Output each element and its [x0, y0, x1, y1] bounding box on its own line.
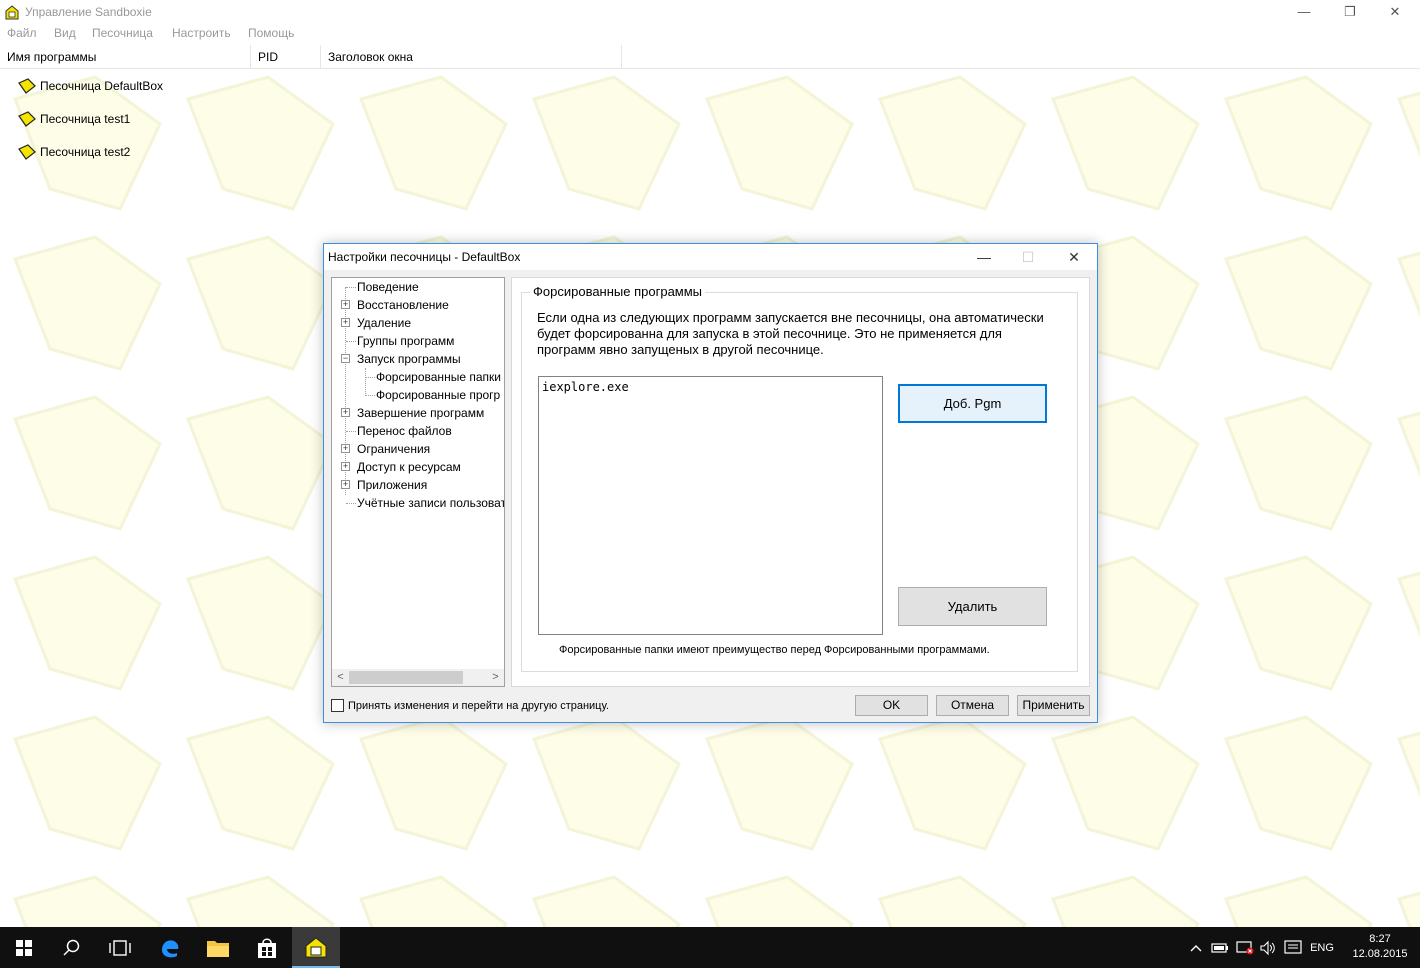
cancel-button[interactable]: Отмена	[936, 695, 1009, 716]
collapse-icon[interactable]: −	[341, 354, 350, 363]
battery-icon	[1211, 942, 1228, 953]
scroll-left-icon[interactable]: <	[332, 669, 349, 686]
search-button[interactable]	[48, 927, 96, 968]
tree-item-label: Форсированные прогр	[376, 388, 501, 402]
clock-date: 12.08.2015	[1352, 948, 1408, 960]
expand-icon[interactable]: +	[341, 462, 350, 471]
taskbar: ENG 8:27 12.08.2015	[0, 927, 1420, 968]
sandbox-item-test2[interactable]: Песочница test2	[18, 142, 130, 162]
sandbox-icon	[18, 111, 36, 127]
expand-icon[interactable]: +	[341, 444, 350, 453]
tray-volume[interactable]	[1258, 927, 1278, 968]
column-program-name[interactable]: Имя программы	[0, 45, 251, 69]
chevron-up-icon	[1190, 944, 1202, 951]
tree-item-label: Доступ к ресурсам	[357, 460, 461, 474]
sandboxie-icon	[305, 936, 327, 957]
ok-button[interactable]: OK	[855, 695, 928, 716]
tray-language[interactable]: ENG	[1306, 927, 1338, 968]
notification-icon	[1284, 939, 1302, 954]
add-program-button[interactable]: Доб. Pgm	[898, 384, 1047, 423]
expand-icon[interactable]: +	[341, 300, 350, 309]
remove-program-button[interactable]: Удалить	[898, 587, 1047, 626]
network-icon	[1236, 940, 1254, 954]
tree-item-label: Перенос файлов	[357, 424, 452, 438]
priority-note: Форсированные папки имеют преимущество п…	[559, 644, 990, 656]
dialog-maximize-button: ☐	[1021, 249, 1035, 265]
sandboxie-app-icon	[5, 5, 19, 20]
sandbox-label: Песочница DefaultBox	[40, 79, 164, 93]
sandbox-icon	[18, 144, 36, 160]
tree-item-label: Ограничения	[357, 442, 431, 456]
taskbar-explorer[interactable]	[194, 927, 242, 968]
search-icon	[63, 939, 80, 956]
settings-tree: Поведение + Восстановление + Удаление Гр…	[331, 277, 505, 687]
scroll-thumb[interactable]	[349, 671, 463, 684]
titlebar: Управление Sandboxie — ❐ ✕	[0, 0, 1420, 24]
dialog-close-button[interactable]: ✕	[1051, 244, 1097, 270]
task-view-button[interactable]	[96, 927, 144, 968]
column-pid[interactable]: PID	[251, 45, 321, 69]
menu-sandbox[interactable]: Песочница	[92, 26, 153, 40]
tree-item-label: Поведение	[357, 280, 419, 294]
sandbox-item-test1[interactable]: Песочница test1	[18, 109, 130, 129]
checkbox-box[interactable]	[331, 699, 344, 712]
clock-time: 8:27	[1369, 933, 1391, 945]
expand-icon[interactable]: +	[341, 408, 350, 417]
tree-item-label: Запуск программы	[357, 352, 461, 366]
checkbox-label: Принять изменения и перейти на другую ст…	[348, 699, 609, 712]
tree-item-label: Восстановление	[357, 298, 449, 312]
dialog-minimize-button[interactable]: —	[961, 244, 1007, 270]
folder-icon	[207, 940, 229, 957]
tray-action-center[interactable]	[1282, 927, 1304, 968]
apply-and-switch-checkbox[interactable]: Принять изменения и перейти на другую ст…	[331, 699, 609, 712]
column-window-title[interactable]: Заголовок окна	[321, 45, 622, 69]
menu-bar: Файл Вид Песочница Настроить Помощь	[0, 24, 1420, 44]
speaker-icon	[1260, 940, 1275, 955]
tree-item-label: Группы программ	[357, 334, 455, 348]
apply-button[interactable]: Применить	[1017, 695, 1090, 716]
sandbox-settings-dialog: Настройки песочницы - DefaultBox — ☐ ✕ П…	[323, 243, 1098, 723]
taskbar-sandboxie[interactable]	[292, 927, 340, 968]
dialog-titlebar: Настройки песочницы - DefaultBox — ☐ ✕	[324, 244, 1097, 270]
tree-item-label: Удаление	[357, 316, 412, 330]
task-view-icon	[109, 939, 131, 956]
edge-icon	[162, 939, 179, 957]
close-button[interactable]: ✕	[1372, 0, 1418, 24]
menu-configure[interactable]: Настроить	[172, 26, 231, 40]
start-button[interactable]	[0, 927, 48, 968]
tree-item-label: Завершение программ	[357, 406, 485, 420]
expand-icon[interactable]: +	[341, 480, 350, 489]
taskbar-store[interactable]	[243, 927, 291, 968]
sandbox-label: Песочница test2	[40, 145, 131, 159]
forced-programs-description: Если одна из следующих программ запускае…	[537, 310, 1044, 357]
minimize-button[interactable]: —	[1281, 0, 1327, 24]
menu-view[interactable]: Вид	[54, 26, 76, 40]
groupbox-title: Форсированные программы	[530, 284, 706, 299]
tree-item-label: Приложения	[357, 478, 428, 492]
show-hidden-icons-button[interactable]	[1186, 927, 1206, 968]
restore-button[interactable]: ❐	[1327, 0, 1373, 24]
tray-power[interactable]	[1210, 927, 1230, 968]
windows-icon	[16, 939, 32, 956]
sandbox-label: Песочница test1	[40, 112, 131, 126]
tree-horizontal-scrollbar[interactable]: < >	[332, 669, 504, 686]
tree-item-label: Форсированные папки	[376, 370, 501, 384]
scroll-right-icon[interactable]: >	[487, 669, 504, 686]
tray-network[interactable]	[1235, 927, 1255, 968]
menu-file[interactable]: Файл	[7, 26, 37, 40]
tree-item-label: Учётные записи пользоват	[357, 496, 505, 510]
expand-icon[interactable]: +	[341, 318, 350, 327]
window-title: Управление Sandboxie	[25, 5, 152, 19]
sandbox-item-defaultbox[interactable]: Песочница DefaultBox	[18, 76, 163, 96]
list-item[interactable]: iexplore.exe	[542, 380, 879, 394]
tray-clock[interactable]: 8:27 12.08.2015	[1350, 932, 1410, 962]
store-icon	[258, 937, 276, 958]
taskbar-edge[interactable]	[146, 927, 194, 968]
column-headers: Имя программы PID Заголовок окна	[0, 45, 1420, 69]
menu-help[interactable]: Помощь	[248, 26, 294, 40]
forced-programs-list[interactable]: iexplore.exe	[538, 376, 883, 635]
sandbox-icon	[18, 78, 36, 94]
dialog-title: Настройки песочницы - DefaultBox	[328, 250, 521, 264]
